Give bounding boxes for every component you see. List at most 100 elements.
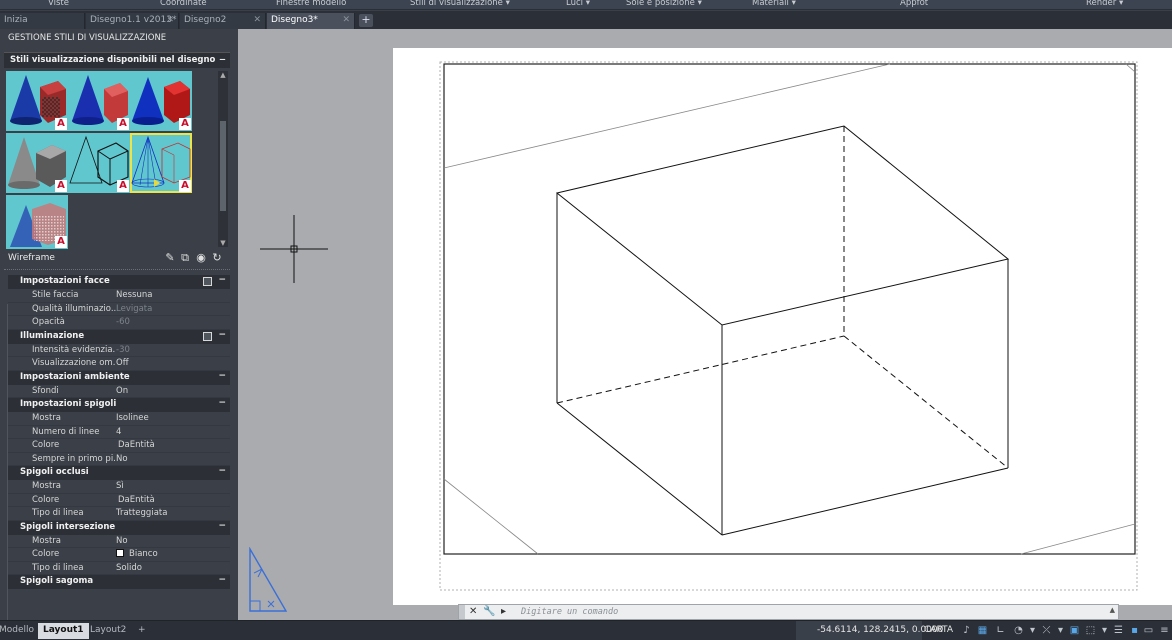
menu-icon[interactable]: ☰ (1112, 624, 1125, 637)
add-layout-button[interactable]: + (133, 623, 151, 639)
music-note-icon[interactable]: ♪ (960, 624, 973, 637)
thumbnails-scrollbar[interactable]: ▲ ▼ (218, 71, 228, 247)
file-tab-disegno2[interactable]: Disegno2 ✕ (180, 13, 266, 29)
available-styles-header[interactable]: Stili visualizzazione disponibili nel di… (4, 52, 230, 68)
style-thumbnail-conceptual[interactable]: A (68, 71, 130, 131)
close-icon[interactable]: ✕ (342, 15, 350, 25)
workspace-icon[interactable]: ▭ (1142, 624, 1155, 637)
ribbon-panel-sole-posizione[interactable]: Sole e posizione ▾ (626, 0, 702, 8)
command-line-grip[interactable] (459, 605, 465, 619)
close-icon[interactable]: ✕ (253, 15, 261, 25)
property-row[interactable]: Numero di linee 4 (8, 425, 230, 439)
command-prompt-icon[interactable]: ▸ (501, 606, 506, 618)
ribbon-panel-viste[interactable]: Viste (48, 0, 69, 8)
ribbon-panel-luci[interactable]: Luci ▾ (566, 0, 590, 8)
close-icon[interactable]: ✕ (469, 606, 477, 618)
property-row[interactable]: Tipo di linea Solido (8, 561, 230, 575)
lighting-icon[interactable] (203, 331, 212, 341)
property-row[interactable]: Stile faccia Nessuna (8, 289, 230, 303)
history-up-icon[interactable]: ▲ (1110, 606, 1115, 614)
property-row[interactable]: Opacità -60 (8, 316, 230, 330)
polar-tracking-icon[interactable]: ◔ (1012, 624, 1025, 637)
style-thumbnail-shaded[interactable]: A (130, 71, 192, 131)
command-line[interactable]: ✕ 🔧 ▸ Digitare un comando ▲ (458, 604, 1119, 620)
collapse-icon[interactable]: − (218, 371, 226, 381)
drawing-area[interactable] (238, 29, 1172, 620)
file-tab-disegno1[interactable]: Disegno1.1 v2013* ✕ (86, 13, 179, 29)
new-tab-button[interactable]: + (359, 14, 373, 27)
layout-tab-layout2[interactable]: Layout2 (85, 623, 131, 639)
section-occluded-edges[interactable]: Spigoli occlusi − (8, 466, 230, 480)
coordinates-readout[interactable]: -54.6114, 128.2415, 0.0000 (796, 621, 943, 640)
chevron-down-icon[interactable]: ▾ (1098, 624, 1111, 637)
apply-to-viewport-icon[interactable]: ⧉ (179, 252, 191, 264)
ribbon-panel-render[interactable]: Render ▾ (1086, 0, 1123, 8)
create-style-icon[interactable]: ✎ (164, 252, 176, 264)
customize-icon[interactable]: ≡ (1158, 624, 1171, 637)
delete-style-icon[interactable]: ↻ (211, 252, 223, 264)
layout-viewport[interactable] (393, 48, 1172, 605)
ribbon-panel-coordinate[interactable]: Coordinate (160, 0, 207, 8)
property-row[interactable]: Tipo di linea Tratteggiata (8, 507, 230, 521)
ribbon-panel-stili-visualizzazione[interactable]: Stili di visualizzazione ▾ (410, 0, 510, 8)
ribbon-panel-finestre-modello[interactable]: Finestre modello (276, 0, 346, 8)
collapse-icon[interactable]: − (218, 398, 226, 408)
collapse-icon[interactable]: − (219, 55, 226, 65)
ortho-icon[interactable]: ∟ (994, 624, 1007, 637)
ribbon-panel-appfot[interactable]: Appfot (900, 0, 928, 8)
section-intersection-edges[interactable]: Spigoli intersezione − (8, 520, 230, 535)
section-edge-settings[interactable]: Impostazioni spigoli − (8, 398, 230, 412)
lineweight-icon[interactable]: ▣ (1068, 624, 1081, 637)
property-row[interactable]: Colore Bianco (8, 548, 230, 562)
layout-tab-layout1[interactable]: Layout1 (38, 623, 89, 639)
chevron-down-icon[interactable]: ▾ (1026, 624, 1039, 637)
collapse-icon[interactable]: − (218, 575, 226, 585)
export-style-icon[interactable]: ◉ (195, 252, 207, 264)
paper-sheet[interactable] (393, 48, 1172, 605)
collapse-icon[interactable]: − (218, 466, 226, 476)
chevron-down-icon[interactable]: ▾ (1054, 624, 1067, 637)
collapse-icon[interactable]: − (218, 521, 226, 531)
annotation-monitor-icon[interactable]: ▪ (1128, 624, 1141, 637)
customize-icon[interactable]: 🔧 (483, 606, 495, 618)
ribbon-panel-materiali[interactable]: Materiali ▾ (752, 0, 796, 8)
property-row[interactable]: Colore DaEntità (8, 493, 230, 507)
style-thumbnail-realistic[interactable]: A (6, 71, 68, 131)
property-row[interactable]: Mostra Isolinee (8, 412, 230, 426)
face-settings-icon[interactable] (203, 277, 212, 286)
close-icon[interactable]: ✕ (166, 15, 174, 25)
command-input[interactable]: Digitare un comando (521, 607, 618, 617)
file-tab-inizia[interactable]: Inizia (0, 13, 85, 29)
section-face-settings[interactable]: Impostazioni facce − (8, 275, 230, 289)
section-environment-settings[interactable]: Impostazioni ambiente − (8, 370, 230, 385)
style-thumbnail-hidden[interactable]: A (68, 133, 130, 193)
object-snap-icon[interactable]: ⤫ (1040, 624, 1053, 637)
property-row[interactable]: Mostra No (8, 534, 230, 548)
collapse-icon[interactable]: − (218, 275, 226, 285)
chevron-down-icon: ▾ (1118, 0, 1124, 8)
style-properties: Impostazioni facce − Stile faccia Nessuna… (8, 275, 230, 589)
file-tab-disegno3[interactable]: Disegno3* ✕ (267, 13, 355, 29)
property-row[interactable]: Colore DaEntità (8, 439, 230, 453)
property-row[interactable]: Mostra Sì (8, 480, 230, 494)
section-lighting[interactable]: Illuminazione − (8, 329, 230, 344)
file-tab-bar: Inizia Disegno1.1 v2013* ✕ Disegno2 ✕ Dise… (0, 11, 1172, 29)
property-row[interactable]: Visualizzazione om... Off (8, 357, 230, 371)
property-row[interactable]: Intensità evidenzia... -30 (8, 343, 230, 357)
grid-icon[interactable]: ▦ (976, 624, 989, 637)
section-silhouette-edges[interactable]: Spigoli sagoma − (8, 575, 230, 589)
layout-tab-modello[interactable]: Modello (0, 623, 39, 639)
selection-cycling-icon[interactable]: ⬚ (1084, 624, 1097, 637)
style-thumbnail-grayscale[interactable]: A (6, 133, 68, 193)
scrollbar-thumb[interactable] (220, 121, 226, 211)
property-row[interactable]: Qualità illuminazio... Levigata (8, 302, 230, 316)
property-row[interactable]: Sempre in primo pi... No (8, 452, 230, 466)
collapse-icon[interactable]: − (218, 330, 226, 340)
scroll-up-icon[interactable]: ▲ (218, 71, 228, 79)
paper-space-toggle[interactable]: CARTA (924, 625, 953, 635)
scroll-down-icon[interactable]: ▼ (218, 239, 228, 247)
property-row[interactable]: Sfondi On (8, 384, 230, 398)
palette-divider (4, 269, 230, 273)
style-thumbnail-xray[interactable]: A (6, 195, 68, 249)
style-thumbnail-wireframe[interactable]: A (130, 133, 192, 193)
